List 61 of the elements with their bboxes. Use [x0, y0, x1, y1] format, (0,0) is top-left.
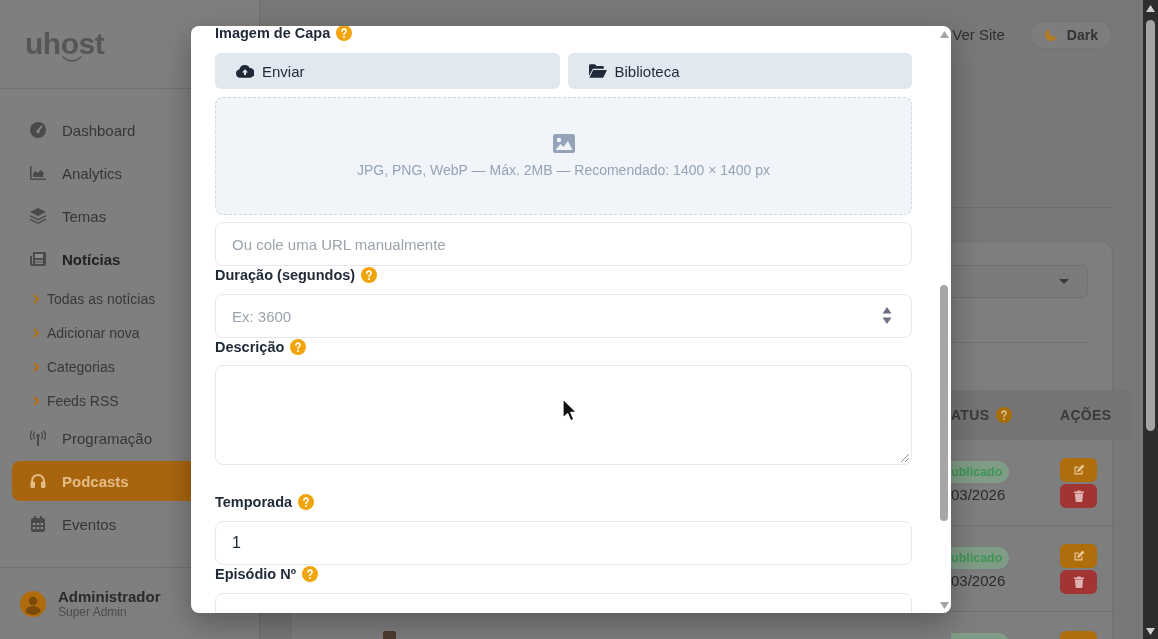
- field-label: Duração (segundos): [215, 267, 356, 283]
- image-icon: [552, 133, 575, 153]
- column-header: ATUS: [951, 407, 990, 423]
- text-input[interactable]: 1: [215, 521, 912, 565]
- help-icon[interactable]: [336, 26, 353, 41]
- field-label: Imagem de Capa: [215, 26, 331, 41]
- chevron-right-icon: [33, 328, 39, 338]
- help-icon[interactable]: [361, 267, 378, 283]
- scrollbar-thumb[interactable]: [1146, 20, 1155, 431]
- delete-button[interactable]: [1060, 569, 1097, 594]
- resize-handle-icon[interactable]: [901, 454, 909, 462]
- help-icon[interactable]: [302, 566, 319, 582]
- newspaper-icon: [30, 251, 46, 267]
- field-label: Temporada: [215, 494, 293, 510]
- user-name: Administrador: [58, 588, 161, 605]
- logo-smile-icon: [62, 56, 82, 62]
- trash-icon: [1072, 575, 1085, 588]
- edit-button[interactable]: [1060, 457, 1097, 482]
- layers-icon: [30, 208, 46, 224]
- folder-open-icon: [588, 64, 607, 78]
- scroll-down-icon[interactable]: [1146, 628, 1155, 635]
- status-badge: ublicado: [951, 461, 1010, 483]
- nav-item[interactable]: Programação: [12, 418, 247, 458]
- dropzone[interactable]: JPG, PNG, WebP — Máx. 2MB — Recomendado: 1400 × 1400 px: [215, 97, 912, 215]
- moon-icon: [1044, 29, 1057, 41]
- headphones-icon: [30, 473, 46, 489]
- caret-down-icon: [1059, 279, 1069, 284]
- edit-icon: [1072, 549, 1085, 562]
- theme-toggle-button[interactable]: Dark: [1029, 21, 1113, 49]
- area-chart-icon: [30, 165, 46, 181]
- upload-button[interactable]: Enviar: [215, 53, 560, 89]
- chevron-right-icon: [33, 362, 39, 372]
- spinner-icon[interactable]: [882, 307, 892, 324]
- edit-button[interactable]: [1060, 543, 1097, 568]
- chevron-right-icon: [33, 294, 39, 304]
- cloud-upload-icon: [236, 64, 254, 78]
- date-text: 03/2026: [951, 572, 1006, 590]
- trash-icon: [1072, 489, 1085, 502]
- column-header: AÇÕES: [1060, 407, 1112, 423]
- broadcast-tower-icon: [30, 430, 46, 446]
- field-label: Descrição: [215, 339, 285, 355]
- dropzone-hint: JPG, PNG, WebP — Máx. 2MB — Recomendado: 1400 × 1400 px: [356, 161, 771, 179]
- number-input[interactable]: Ex: 3600: [215, 294, 912, 338]
- field-label: Episódio Nº: [215, 566, 297, 582]
- library-button[interactable]: Biblioteca: [567, 53, 912, 89]
- gauge-icon: [30, 122, 46, 138]
- edit-icon: [1072, 463, 1085, 476]
- view-site-link[interactable]: Ver Site: [952, 21, 1005, 49]
- scroll-up-icon[interactable]: [1146, 5, 1155, 12]
- status-badge: ublicado: [951, 547, 1010, 569]
- submenu-item[interactable]: Feeds RSS: [33, 384, 259, 418]
- delete-button[interactable]: [1060, 483, 1097, 508]
- scrollbar-thumb[interactable]: [940, 285, 948, 521]
- date-text: 03/2026: [951, 486, 1006, 504]
- url-input[interactable]: Ou cole uma URL manualmente: [215, 222, 912, 266]
- cursor-icon: [562, 398, 577, 422]
- help-icon[interactable]: [298, 494, 315, 510]
- help-icon[interactable]: [290, 339, 307, 355]
- avatar-icon: [20, 590, 46, 617]
- chevron-right-icon: [33, 396, 39, 406]
- calendar-icon: [30, 516, 46, 532]
